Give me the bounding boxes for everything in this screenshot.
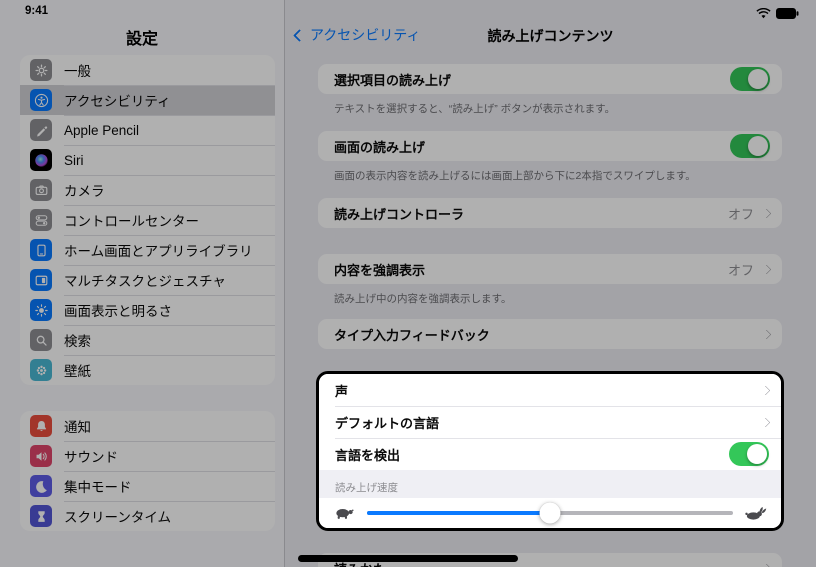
annotation-bar [298, 555, 518, 562]
hare-icon [744, 506, 767, 521]
sidebar-item-home-screen[interactable]: ホーム画面とアプリライブラリ [20, 235, 275, 265]
speak-screen-toggle[interactable] [730, 134, 770, 158]
sidebar-item-label: アクセシビリティ [64, 94, 171, 109]
footnote-speak-screen: 画面の表示内容を読み上げるには画面上部から下に2本指でスワイプします。 [334, 170, 696, 182]
sidebar-item-wallpaper[interactable]: 壁紙 [20, 355, 275, 385]
page-title: 読み上げコンテンツ [487, 28, 614, 44]
accessibility-icon [30, 89, 52, 111]
bell-icon [30, 415, 52, 437]
sidebar-item-sounds[interactable]: サウンド [20, 441, 275, 471]
sidebar-item-focus[interactable]: 集中モード [20, 471, 275, 501]
highlight-callout-box: 声 デフォルトの言語 言語を検出 読み上げ速度 [316, 371, 784, 531]
sidebar-item-label: ホーム画面とアプリライブラリ [64, 244, 253, 259]
control-center-icon [30, 209, 52, 231]
row-detect-languages[interactable]: 言語を検出 [319, 438, 781, 470]
chevron-right-icon [760, 385, 771, 395]
speak-selection-toggle[interactable] [730, 67, 770, 91]
sidebar-item-notifications[interactable]: 通知 [20, 411, 275, 441]
home-screen-icon [30, 239, 52, 261]
sidebar-item-label: マルチタスクとジェスチャ [64, 274, 226, 289]
row-speak-selection[interactable]: 選択項目の読み上げ [318, 64, 782, 94]
hourglass-icon [30, 505, 52, 527]
spoken-content-panel: アクセシビリティ 読み上げコンテンツ 選択項目の読み上げ テキストを選択すると、… [285, 0, 816, 567]
slider-thumb[interactable] [539, 502, 561, 524]
footnote-highlight-content: 読み上げ中の内容を強調表示します。 [334, 293, 512, 305]
sidebar-item-camera[interactable]: カメラ [20, 175, 275, 205]
sidebar-item-multitasking[interactable]: マルチタスクとジェスチャ [20, 265, 275, 295]
row-speech-controller[interactable]: 読み上げコントローラ オフ [318, 198, 782, 228]
sidebar-item-apple-pencil[interactable]: Apple Pencil [20, 115, 275, 145]
sidebar-item-label: 検索 [64, 334, 91, 349]
speaking-rate-slider-row [319, 498, 781, 528]
row-highlight-content[interactable]: 内容を強調表示 オフ [318, 254, 782, 284]
detect-languages-toggle[interactable] [729, 442, 769, 466]
sidebar-item-label: 画面表示と明るさ [64, 304, 172, 319]
sidebar-item-label: コントロールセンター [64, 214, 199, 229]
sidebar-item-display-brightness[interactable]: 画面表示と明るさ [20, 295, 275, 325]
sidebar-item-accessibility[interactable]: アクセシビリティ [20, 85, 275, 115]
sidebar-item-label: Siri [64, 152, 84, 168]
sidebar-item-label: サウンド [64, 450, 118, 465]
tortoise-icon [333, 506, 356, 521]
speaking-rate-slider[interactable] [367, 502, 733, 524]
chevron-right-icon [761, 563, 772, 567]
row-speak-screen[interactable]: 画面の読み上げ [318, 131, 782, 161]
sidebar-item-siri[interactable]: Siri [20, 145, 275, 175]
row-voices[interactable]: 声 [319, 374, 781, 406]
sidebar-item-label: Apple Pencil [64, 122, 140, 138]
sidebar-item-label: 集中モード [64, 480, 132, 495]
sidebar-title: 設定 [125, 31, 158, 48]
sidebar-group-notifications: 通知 サウンド 集中モード スクリーンタイム [20, 411, 275, 531]
chevron-right-icon [761, 208, 772, 218]
display-brightness-icon [30, 299, 52, 321]
footnote-speak-selection: テキストを選択すると、“読み上げ” ボタンが表示されます。 [334, 103, 616, 115]
sidebar-item-screen-time[interactable]: スクリーンタイム [20, 501, 275, 531]
slider-fill [367, 511, 550, 515]
wallpaper-icon [30, 359, 52, 381]
sidebar-item-label: 一般 [64, 64, 91, 79]
sidebar-item-label: 壁紙 [64, 364, 91, 379]
pencil-icon [30, 119, 52, 141]
chevron-right-icon [761, 329, 772, 339]
nav-header: アクセシビリティ 読み上げコンテンツ [285, 0, 816, 56]
sidebar-item-label: 通知 [64, 420, 91, 435]
camera-icon [30, 179, 52, 201]
sidebar-item-general[interactable]: 一般 [20, 55, 275, 85]
row-default-language[interactable]: デフォルトの言語 [319, 406, 781, 438]
settings-app: 9:41 設定 一般 アクセシビリティ Apple Pencil Siri カメ… [0, 0, 816, 567]
sidebar-group-main: 一般 アクセシビリティ Apple Pencil Siri カメラ コントロール… [20, 55, 275, 385]
speech-controller-value: オフ [727, 206, 754, 222]
chevron-right-icon [761, 264, 772, 274]
moon-icon [30, 475, 52, 497]
settings-sidebar: 設定 一般 アクセシビリティ Apple Pencil Siri カメラ コント… [0, 0, 285, 567]
speaker-icon [30, 445, 52, 467]
row-typing-feedback[interactable]: タイプ入力フィードバック [318, 319, 782, 349]
highlight-content-value: オフ [727, 262, 754, 278]
sidebar-item-label: カメラ [64, 184, 105, 199]
chevron-right-icon [760, 417, 771, 427]
gear-icon [30, 59, 52, 81]
search-icon [30, 329, 52, 351]
sidebar-item-control-center[interactable]: コントロールセンター [20, 205, 275, 235]
multitasking-icon [30, 269, 52, 291]
siri-icon [30, 149, 52, 171]
speaking-rate-header: 読み上げ速度 [319, 470, 781, 498]
sidebar-item-label: スクリーンタイム [64, 510, 172, 525]
sidebar-item-search[interactable]: 検索 [20, 325, 275, 355]
